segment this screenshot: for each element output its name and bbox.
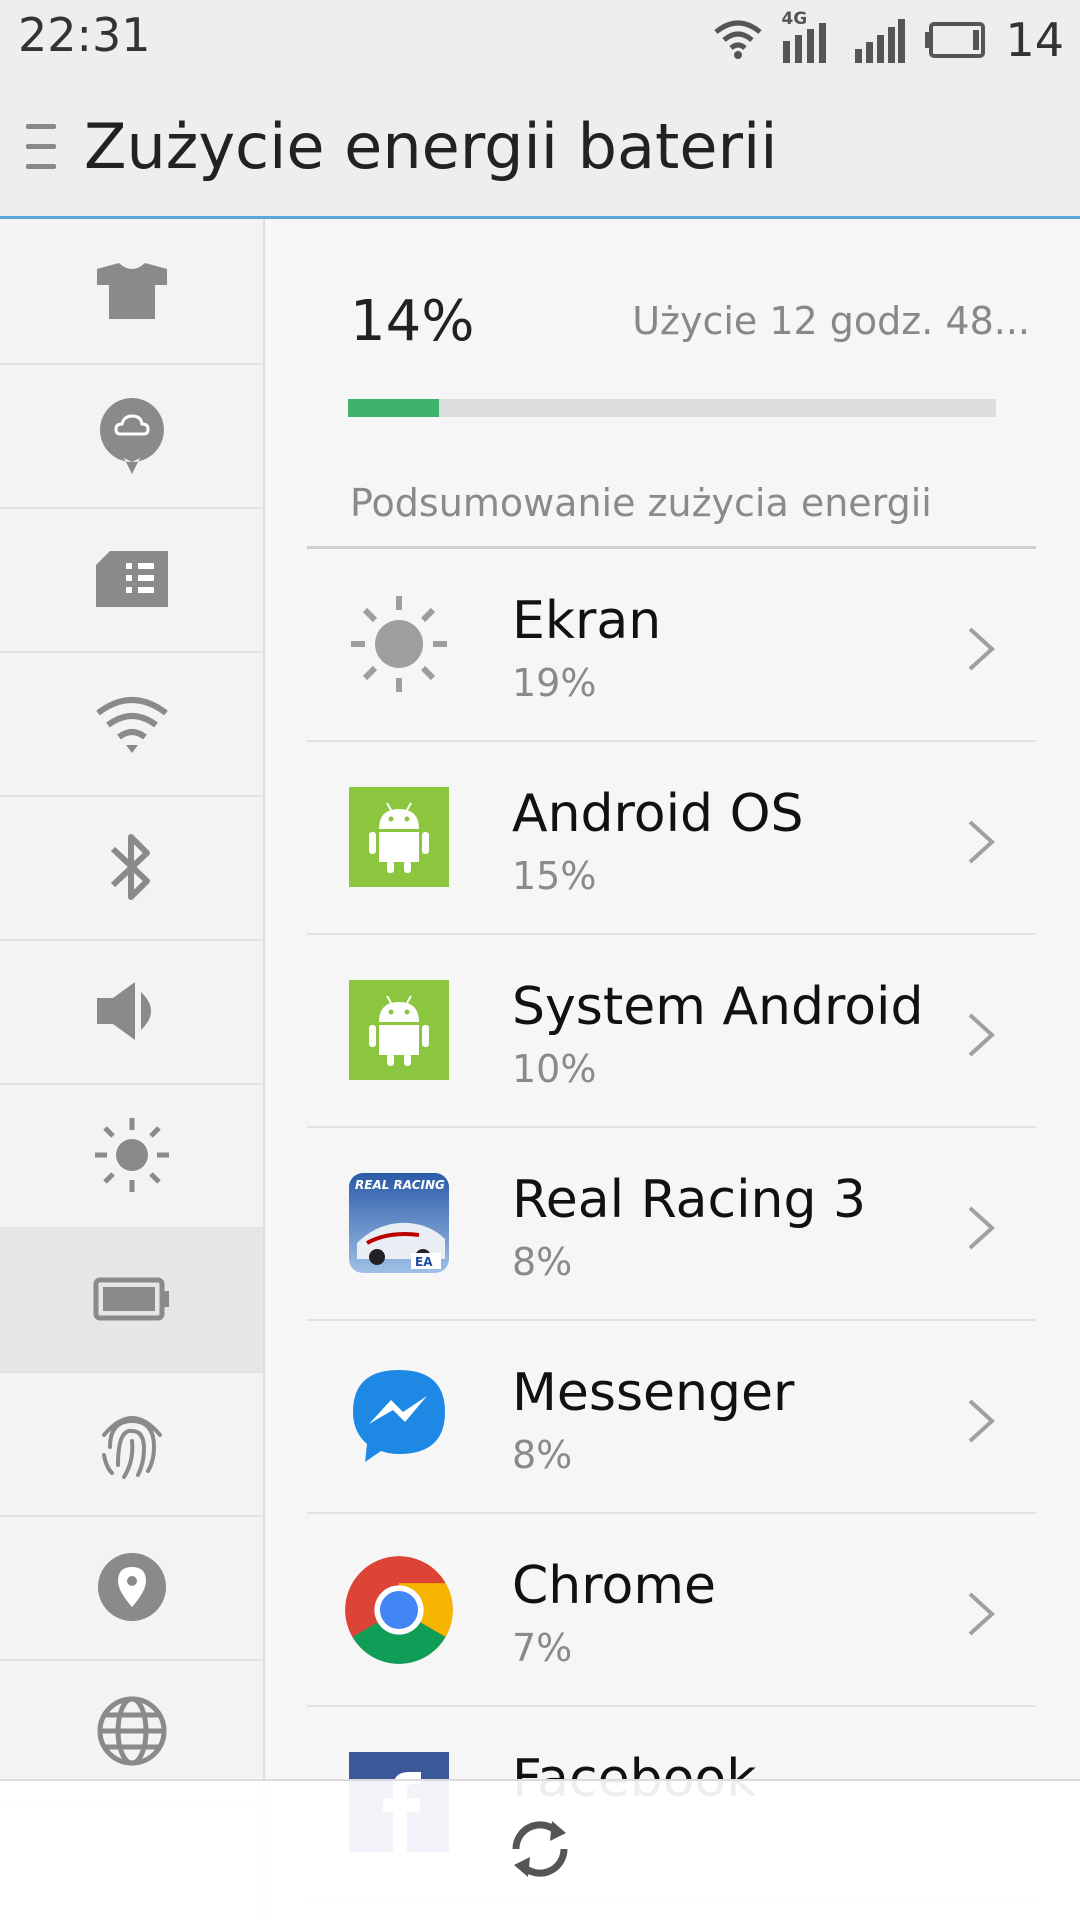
battery-icon [93, 1277, 169, 1321]
sidebar-item-battery[interactable] [0, 1227, 263, 1373]
chevron-right-icon [968, 1399, 995, 1443]
app-name: Chrome [512, 1556, 716, 1616]
app-row-system-android[interactable]: System Android 10% [307, 935, 1036, 1128]
app-percent: 15% [512, 854, 597, 898]
app-percent: 8% [512, 1240, 573, 1284]
ea-badge-text: EA [415, 1255, 433, 1269]
battery-level-percent: 14% [350, 289, 475, 354]
location-icon [97, 1553, 166, 1621]
sun-icon [351, 596, 447, 692]
page-title: Zużycie energii baterii [84, 110, 778, 183]
refresh-icon[interactable] [502, 1811, 578, 1887]
sidebar-item-fingerprint[interactable] [0, 1371, 263, 1517]
app-percent: 7% [512, 1626, 573, 1670]
wifi-icon [95, 697, 168, 753]
app-name: Android OS [512, 784, 804, 844]
android-icon [349, 787, 449, 887]
fingerprint-icon [101, 1416, 162, 1479]
sound-icon [96, 982, 151, 1040]
app-usage-list: Ekran 19% Android OS 15% System Android … [307, 549, 1036, 1900]
chevron-right-icon [968, 1592, 995, 1636]
app-percent: 10% [512, 1047, 597, 1091]
theme-shirt-icon [96, 263, 167, 319]
status-time: 22:31 [18, 8, 151, 62]
app-name: Real Racing 3 [512, 1170, 867, 1230]
android-icon [349, 980, 449, 1080]
settings-sidebar [0, 219, 265, 1920]
bluetooth-icon [110, 834, 150, 900]
sim-card-icon [95, 551, 168, 607]
sidebar-item-bluetooth[interactable] [0, 795, 263, 941]
chrome-icon [345, 1556, 453, 1664]
app-header: Zużycie energii baterii [0, 80, 1080, 219]
app-percent: 8% [512, 1433, 573, 1477]
app-row-android-os[interactable]: Android OS 15% [307, 742, 1036, 935]
messenger-icon [353, 1370, 445, 1462]
sidebar-item-wifi[interactable] [0, 651, 263, 797]
chevron-right-icon [968, 627, 995, 671]
app-row-chrome[interactable]: Chrome 7% [307, 1514, 1036, 1707]
app-name: System Android [512, 977, 924, 1037]
battery-status-icon [925, 22, 986, 58]
bottom-action-bar [0, 1779, 1080, 1922]
real-racing-logo-text: REAL RACING [355, 1178, 445, 1192]
battery-level-fill [348, 399, 439, 417]
battery-usage-panel: 14% Użycie 12 godz. 48... Podsumowanie z… [265, 219, 1080, 1900]
status-bar: 22:31 4G 14 [0, 0, 1080, 80]
signal-4g-icon: 4G [781, 9, 835, 67]
usage-time: Użycie 12 godz. 48... [632, 299, 1030, 343]
app-row-ekran[interactable]: Ekran 19% [307, 549, 1036, 742]
chevron-right-icon [968, 1013, 995, 1057]
chevron-right-icon [968, 820, 995, 864]
menu-icon[interactable] [22, 120, 58, 176]
sidebar-item-cloud[interactable] [0, 363, 263, 509]
real-racing-icon: REAL RACING EA [349, 1173, 449, 1273]
app-row-real-racing-3[interactable]: REAL RACING EA Real Racing 3 8% [307, 1128, 1036, 1321]
sidebar-item-sim[interactable] [0, 507, 263, 653]
summary-heading: Podsumowanie zużycia energii [350, 481, 932, 525]
wifi-status-icon [714, 20, 763, 59]
brightness-icon [94, 1118, 169, 1192]
sidebar-item-sound[interactable] [0, 939, 263, 1085]
signal-icon [855, 19, 906, 63]
battery-level-bar [348, 399, 996, 417]
status-icons: 4G 14 [713, 8, 1064, 72]
app-name: Ekran [512, 591, 662, 651]
cloud-sync-icon [99, 398, 164, 474]
app-percent: 19% [512, 661, 597, 705]
battery-percent-status: 14 [1005, 13, 1064, 67]
sidebar-item-location[interactable] [0, 1515, 263, 1661]
app-row-messenger[interactable]: Messenger 8% [307, 1321, 1036, 1514]
app-name: Messenger [512, 1363, 795, 1423]
chevron-right-icon [968, 1206, 995, 1250]
sidebar-item-display[interactable] [0, 1083, 263, 1229]
sidebar-item-theme[interactable] [0, 219, 263, 365]
globe-icon [97, 1696, 166, 1766]
